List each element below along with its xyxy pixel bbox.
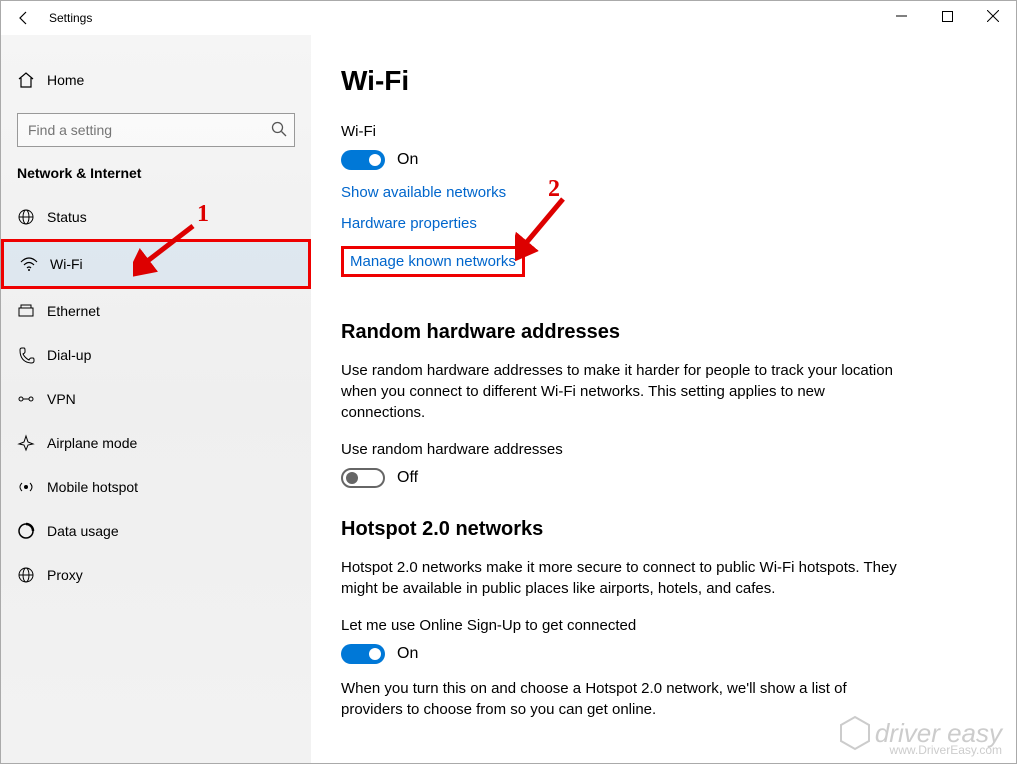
sidebar-item-label: Proxy (47, 567, 83, 583)
dialup-icon (17, 346, 47, 364)
hotspot-toggle[interactable] (341, 644, 385, 664)
hotspot-desc2: When you turn this on and choose a Hotsp… (341, 678, 901, 720)
sidebar-home-label: Home (47, 72, 84, 88)
hotspot-toggle-state: On (397, 645, 418, 663)
watermark-icon (835, 713, 875, 753)
sidebar-item-label: Ethernet (47, 303, 100, 319)
vpn-icon (17, 390, 47, 408)
link-show-available[interactable]: Show available networks (341, 184, 974, 201)
sidebar-item-label: VPN (47, 391, 76, 407)
window-title: Settings (49, 11, 92, 25)
link-manage-known-networks[interactable]: Manage known networks (341, 246, 525, 277)
main-content: Wi-Fi Wi-Fi On Show available networks H… (311, 35, 1016, 763)
random-toggle-label: Use random hardware addresses (341, 441, 974, 458)
sidebar-item-label: Mobile hotspot (47, 479, 138, 495)
sidebar-home[interactable]: Home (1, 61, 311, 99)
link-hardware-properties[interactable]: Hardware properties (341, 215, 974, 232)
sidebar-item-label: Status (47, 209, 87, 225)
sidebar-item-datausage[interactable]: Data usage (1, 509, 311, 553)
watermark-url: www.DriverEasy.com (890, 743, 1002, 757)
random-desc: Use random hardware addresses to make it… (341, 360, 901, 423)
close-button[interactable] (970, 1, 1016, 31)
wifi-toggle[interactable] (341, 150, 385, 170)
sidebar-item-ethernet[interactable]: Ethernet (1, 289, 311, 333)
proxy-icon (17, 566, 47, 584)
random-toggle[interactable] (341, 468, 385, 488)
search-input[interactable] (17, 113, 295, 147)
hotspot-toggle-label: Let me use Online Sign-Up to get connect… (341, 617, 974, 634)
maximize-button[interactable] (924, 1, 970, 31)
data-usage-icon (17, 522, 47, 540)
sidebar-item-vpn[interactable]: VPN (1, 377, 311, 421)
hotspot-desc: Hotspot 2.0 networks make it more secure… (341, 557, 901, 599)
hotspot-icon (17, 478, 47, 496)
home-icon (17, 71, 47, 89)
sidebar-item-wifi[interactable]: Wi-Fi (1, 239, 311, 289)
sidebar-item-airplane[interactable]: Airplane mode (1, 421, 311, 465)
sidebar-item-status[interactable]: Status (1, 195, 311, 239)
back-button[interactable] (11, 5, 37, 31)
random-heading: Random hardware addresses (341, 321, 974, 344)
sidebar-item-label: Wi-Fi (50, 256, 83, 272)
sidebar-item-dialup[interactable]: Dial-up (1, 333, 311, 377)
airplane-icon (17, 434, 47, 452)
sidebar-item-hotspot[interactable]: Mobile hotspot (1, 465, 311, 509)
ethernet-icon (17, 302, 47, 320)
sidebar-item-label: Airplane mode (47, 435, 137, 451)
wifi-section-label: Wi-Fi (341, 123, 974, 140)
sidebar-item-label: Dial-up (47, 347, 91, 363)
sidebar-category: Network & Internet (1, 165, 311, 195)
page-title: Wi-Fi (341, 65, 974, 97)
watermark: driver easy www.DriverEasy.com (835, 713, 1002, 753)
search-icon (271, 121, 287, 142)
sidebar-item-proxy[interactable]: Proxy (1, 553, 311, 597)
status-icon (17, 208, 47, 226)
minimize-button[interactable] (878, 1, 924, 31)
wifi-toggle-state: On (397, 151, 418, 169)
sidebar: Home Network & Internet Status Wi-Fi Eth… (1, 35, 311, 763)
wifi-icon (20, 255, 50, 273)
random-toggle-state: Off (397, 469, 418, 487)
sidebar-item-label: Data usage (47, 523, 119, 539)
hotspot-heading: Hotspot 2.0 networks (341, 518, 974, 541)
